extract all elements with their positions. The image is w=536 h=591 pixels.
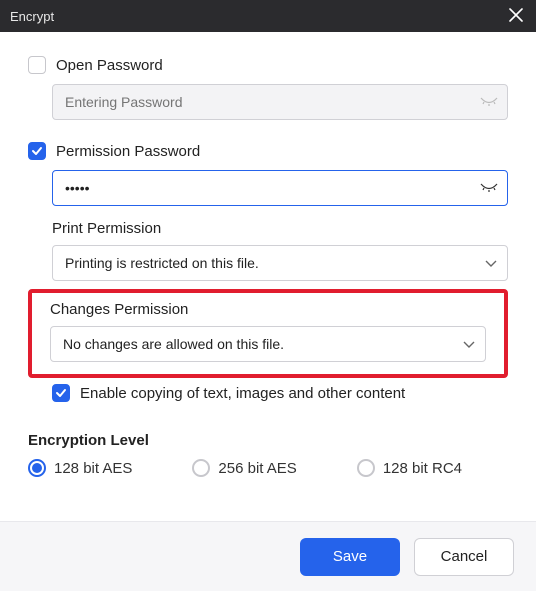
open-password-input[interactable] [52, 84, 508, 120]
changes-permission-value: No changes are allowed on this file. [63, 336, 284, 352]
dialog-body: Open Password Permission Password Print … [0, 32, 536, 477]
permission-password-input-row [52, 170, 508, 206]
print-permission-group: Print Permission Printing is restricted … [52, 220, 508, 281]
chevron-down-icon [463, 336, 475, 352]
open-password-section: Open Password [28, 56, 508, 120]
permission-password-label: Permission Password [56, 143, 200, 160]
dialog-footer: Save Cancel [0, 521, 536, 591]
save-button[interactable]: Save [300, 538, 400, 576]
encryption-level-section: Encryption Level 128 bit AES 256 bit AES… [28, 432, 508, 477]
close-icon[interactable] [506, 6, 526, 27]
eye-icon[interactable] [480, 180, 498, 196]
permission-password-section: Permission Password Print Permission Pri… [28, 142, 508, 281]
cancel-button[interactable]: Cancel [414, 538, 514, 576]
print-permission-select[interactable]: Printing is restricted on this file. [52, 245, 508, 281]
radio-label: 256 bit AES [218, 460, 296, 477]
enable-copy-checkbox[interactable] [52, 384, 70, 402]
changes-permission-highlight: Changes Permission No changes are allowe… [28, 289, 508, 378]
open-password-row: Open Password [28, 56, 508, 74]
radio-128-rc4[interactable]: 128 bit RC4 [357, 459, 462, 477]
open-password-input-row [52, 84, 508, 120]
permission-password-checkbox[interactable] [28, 142, 46, 160]
print-permission-value: Printing is restricted on this file. [65, 255, 259, 271]
radio-128-aes[interactable]: 128 bit AES [28, 459, 132, 477]
dialog-title: Encrypt [10, 9, 506, 24]
encryption-level-radios: 128 bit AES 256 bit AES 128 bit RC4 [28, 459, 508, 477]
enable-copy-label: Enable copying of text, images and other… [80, 385, 405, 402]
radio-icon [28, 459, 46, 477]
permission-password-input[interactable] [52, 170, 508, 206]
radio-icon [192, 459, 210, 477]
eye-icon[interactable] [480, 94, 498, 110]
titlebar: Encrypt [0, 0, 536, 32]
radio-256-aes[interactable]: 256 bit AES [192, 459, 296, 477]
radio-label: 128 bit RC4 [383, 460, 462, 477]
open-password-checkbox[interactable] [28, 56, 46, 74]
chevron-down-icon [485, 255, 497, 271]
radio-icon [357, 459, 375, 477]
encryption-level-label: Encryption Level [28, 432, 508, 449]
enable-copy-row: Enable copying of text, images and other… [52, 384, 508, 402]
changes-permission-label: Changes Permission [50, 301, 486, 318]
print-permission-label: Print Permission [52, 220, 508, 237]
radio-label: 128 bit AES [54, 460, 132, 477]
open-password-label: Open Password [56, 57, 163, 74]
permission-password-row: Permission Password [28, 142, 508, 160]
changes-permission-select[interactable]: No changes are allowed on this file. [50, 326, 486, 362]
